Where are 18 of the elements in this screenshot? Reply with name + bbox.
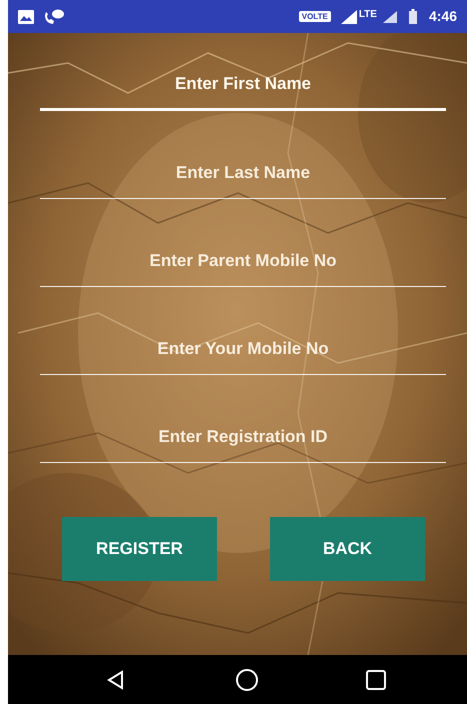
image-icon [18,10,34,24]
back-icon[interactable] [107,670,124,690]
action-button[interactable]: REGISTER [62,517,217,581]
action-button[interactable]: BACK [270,517,425,581]
clock-time: 4:46 [428,7,457,26]
signal-icon [340,10,357,24]
input-field[interactable]: Enter Registration ID [40,411,446,463]
battery-icon [408,9,417,24]
input-field[interactable]: Enter First Name [40,59,446,111]
phone-chat-icon [44,8,64,24]
volte-badge: VOLTE [298,11,331,22]
input-field[interactable]: Enter Your Mobile No [40,323,446,375]
network-type: LTE [358,8,377,22]
input-field[interactable]: Enter Last Name [40,147,446,199]
recents-icon[interactable] [366,670,386,690]
signal-icon [382,10,397,22]
home-icon[interactable] [235,668,259,692]
input-field[interactable]: Enter Parent Mobile No [40,235,446,287]
